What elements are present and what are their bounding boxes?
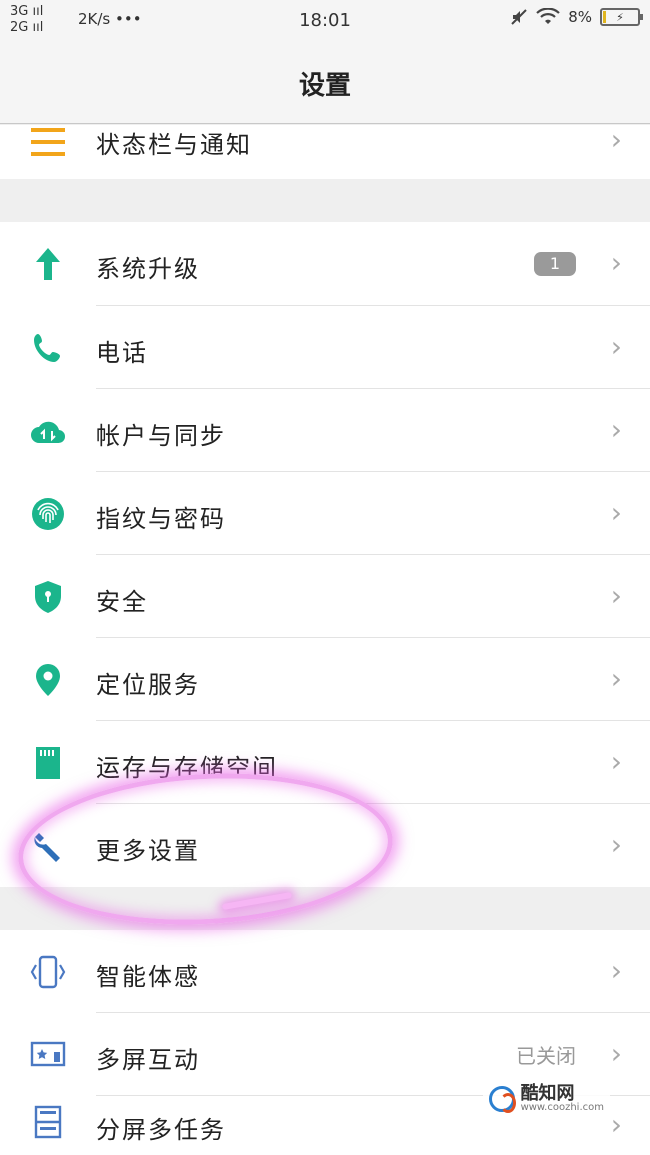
watermark-url: www.coozhi.com [520,1102,604,1113]
row-account-sync[interactable]: 帐户与同步 › [0,389,650,472]
row-more-settings[interactable]: 更多设置 › [0,804,650,887]
battery-fill [603,11,606,23]
chevron-right-icon: › [610,661,622,695]
status-icons: 8% ⚡ [510,8,643,26]
settings-group-2: 系统升级 1 › 电话 › 帐户与同步 › 指纹与密码 › 安全 › 定位服务 … [0,222,650,887]
settings-group-1: 状态栏与通知 › [0,123,650,179]
row-label: 分屏多任务 [96,1116,226,1144]
cloud-sync-icon [30,413,66,449]
wrench-icon [30,828,66,864]
menu-lines-icon [30,125,66,161]
page-title: 设置 [298,71,351,101]
highlight-annotation-tail [222,891,292,911]
row-location-service[interactable]: 定位服务 › [0,638,650,721]
title-bar: 设置 [0,44,650,124]
row-label: 状态栏与通知 [96,131,252,159]
row-smart-motion[interactable]: 智能体感 › [0,930,650,1013]
row-label: 智能体感 [96,962,200,991]
row-system-upgrade[interactable]: 系统升级 1 › [0,222,650,306]
row-label: 定位服务 [96,670,200,699]
row-label: 运存与存储空间 [96,753,278,782]
battery-icon: ⚡ [600,8,643,26]
shield-lock-icon [30,579,66,615]
chevron-right-icon: › [610,495,622,529]
row-label: 安全 [96,587,148,616]
watermark: 酷知网 www.coozhi.com [482,1083,610,1115]
row-memory-storage[interactable]: 运存与存储空间 › [0,721,650,804]
row-fingerprint-password[interactable]: 指纹与密码 › [0,472,650,555]
battery-percent: 8% [568,8,592,26]
row-security[interactable]: 安全 › [0,555,650,638]
chevron-right-icon: › [610,246,622,279]
charging-icon: ⚡ [616,10,624,24]
arrow-up-icon [30,246,66,282]
chevron-right-icon: › [610,329,622,363]
watermark-name: 酷知网 [520,1083,575,1104]
chevron-right-icon: › [610,1108,622,1141]
row-label: 指纹与密码 [96,504,226,533]
status-text: 已关闭 [516,1043,576,1068]
watermark-logo-icon [488,1086,516,1113]
wifi-icon [536,8,560,24]
sd-card-icon [30,745,66,781]
chevron-right-icon: › [610,1036,622,1070]
settings-group-3: 智能体感 › 多屏互动 已关闭 › 分屏多任务 › [0,930,650,1155]
chevron-right-icon: › [610,827,622,861]
status-bar: 3G ııl 2G ııl 2K/s ••• 18:01 8% ⚡ [0,0,650,44]
mute-icon [511,9,527,25]
phone-icon [30,330,66,366]
chevron-right-icon: › [610,744,622,778]
row-label: 系统升级 [96,255,200,283]
chevron-right-icon: › [610,578,622,612]
chevron-right-icon: › [610,412,622,446]
fingerprint-icon [30,496,66,532]
row-status-bar-notifications[interactable]: 状态栏与通知 › [0,123,650,179]
row-label: 多屏互动 [96,1045,200,1074]
location-pin-icon [30,662,66,698]
split-screen-icon [30,1104,66,1140]
row-phone[interactable]: 电话 › [0,306,650,389]
cast-screen-icon [30,1037,66,1073]
chevron-right-icon: › [610,953,622,987]
phone-vibrate-icon [30,954,66,990]
chevron-right-icon: › [610,123,622,156]
row-label: 帐户与同步 [96,421,226,450]
row-label: 更多设置 [96,836,200,865]
update-count-badge: 1 [534,252,576,276]
row-label: 电话 [96,338,148,367]
